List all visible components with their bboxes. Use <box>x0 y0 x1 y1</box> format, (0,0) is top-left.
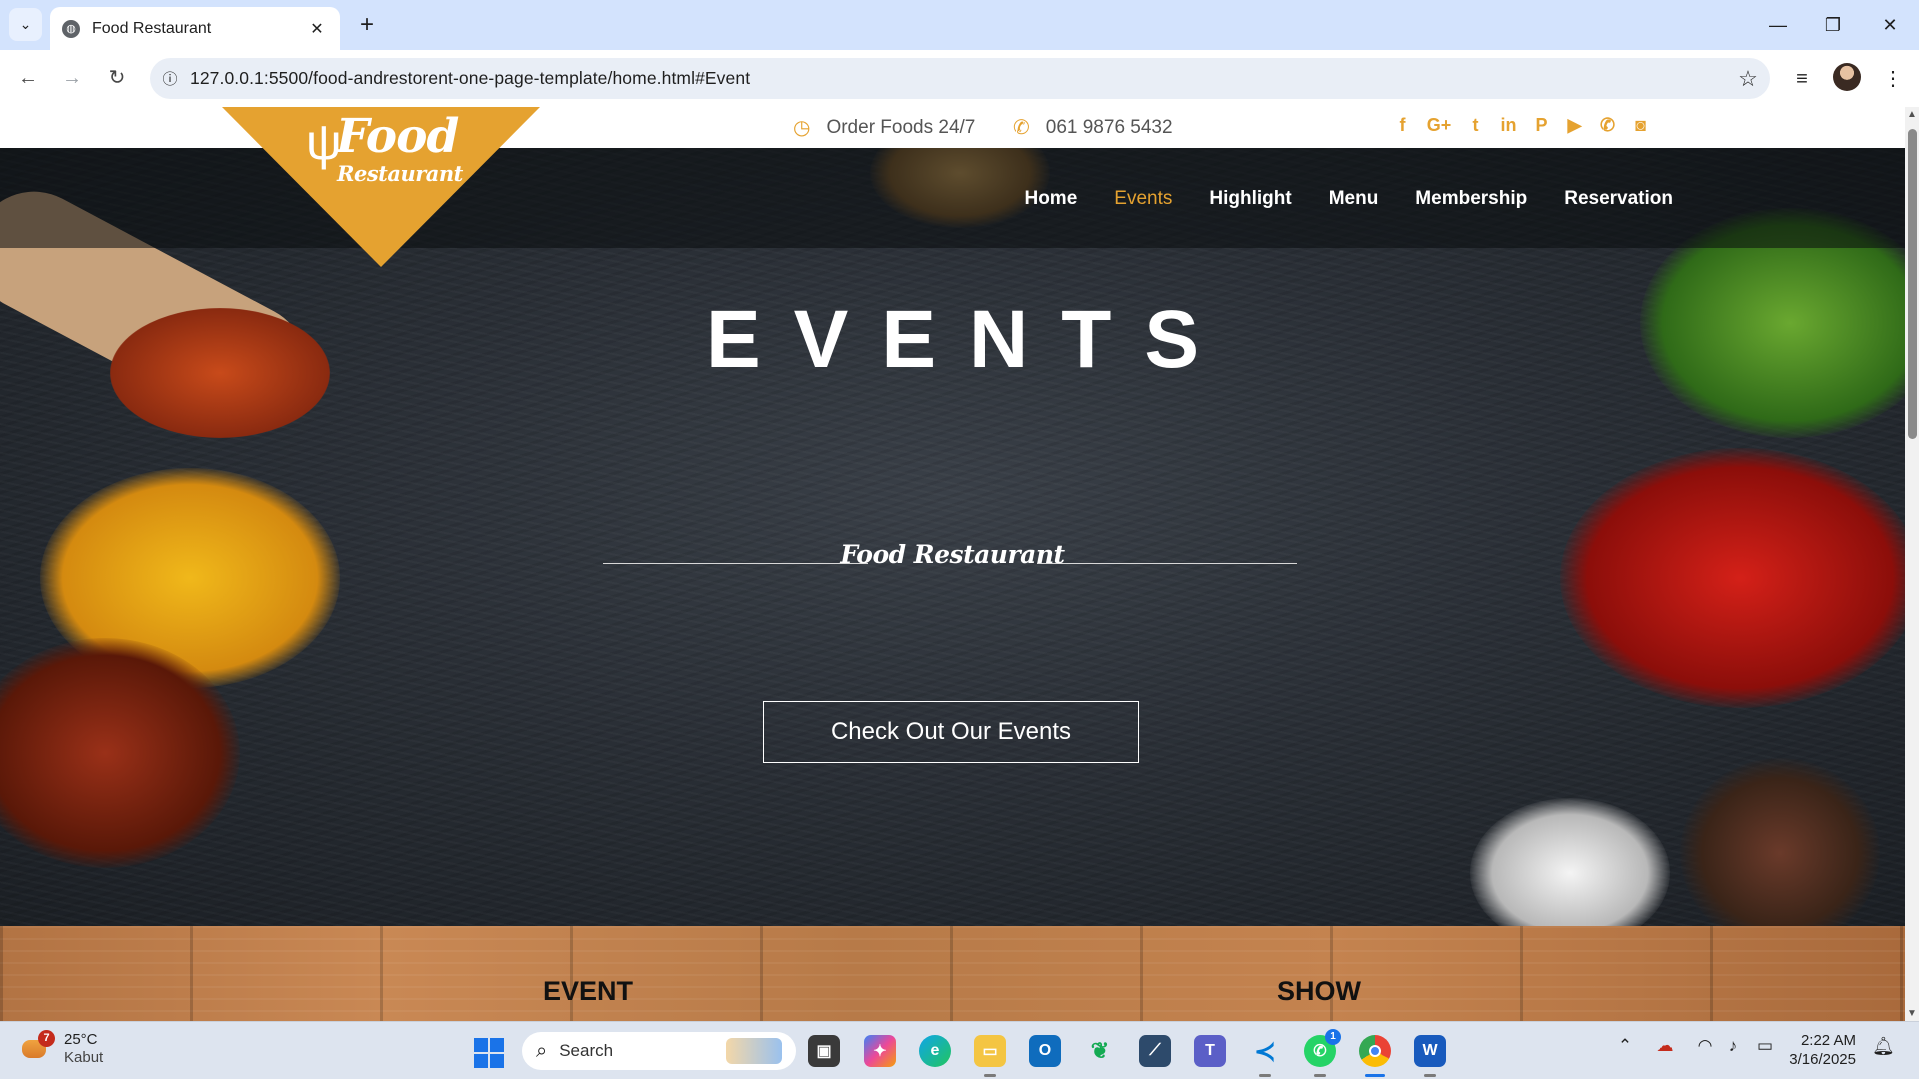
maximize-button[interactable]: ❐ <box>1808 10 1858 40</box>
social-icons: f G+ t in P ▶ ✆ ◙ <box>1393 115 1650 136</box>
weather-condition: Kabut <box>64 1049 104 1066</box>
nav-events[interactable]: Events <box>1114 188 1172 210</box>
outlook-icon[interactable]: O <box>1029 1035 1061 1067</box>
vscode-icon[interactable]: ≺ <box>1249 1035 1281 1077</box>
weather-icon: 7 <box>20 1030 55 1064</box>
search-icon: ⌕ <box>536 1039 548 1062</box>
temperature: 25°C <box>64 1031 98 1048</box>
bookmark-star-icon[interactable]: ☆ <box>1726 66 1770 92</box>
search-placeholder: Search <box>559 1041 614 1060</box>
notification-bell-icon[interactable]: 🔔︎ <box>1872 1036 1895 1057</box>
globe-icon: ◍ <box>62 19 80 38</box>
menu-kebab-icon[interactable]: ⋮ <box>1876 62 1910 96</box>
media-control-icon[interactable]: ≡ <box>1785 62 1819 96</box>
address-bar[interactable]: ⓘ 127.0.0.1:5500/food-andrestorent-one-p… <box>150 58 1770 99</box>
nav-home[interactable]: Home <box>1024 188 1077 210</box>
pinterest-icon[interactable]: P <box>1532 115 1551 136</box>
scroll-down-icon[interactable]: ▼ <box>1905 1008 1919 1019</box>
nav-highlight[interactable]: Highlight <box>1209 188 1291 210</box>
logo-text-food: Food <box>336 109 459 164</box>
site-info-icon[interactable]: ⓘ <box>150 68 190 89</box>
close-window-button[interactable]: ✕ <box>1865 10 1915 40</box>
event-heading: EVENT <box>543 976 634 1006</box>
clock-time: 2:22 AM <box>1800 1032 1856 1049</box>
red-chilies-image <box>1560 448 1905 708</box>
forward-icon[interactable]: → <box>56 62 88 94</box>
back-icon[interactable]: ← <box>12 62 44 94</box>
windows-start-icon[interactable] <box>474 1038 504 1068</box>
browser-toolbar: ← → ↻ ⓘ 127.0.0.1:5500/food-andrestorent… <box>0 50 1919 107</box>
teams-icon[interactable]: T <box>1194 1035 1226 1067</box>
wifi-icon[interactable]: ◠ <box>1692 1036 1718 1056</box>
phone-info: ✆ 061 9876 5432 <box>1013 115 1173 140</box>
tab-title: Food Restaurant <box>92 19 212 37</box>
file-explorer-icon[interactable]: ▭ <box>974 1035 1006 1077</box>
show-heading: SHOW <box>1277 976 1361 1006</box>
weather-widget[interactable]: 7 25°C Kabut <box>20 1030 104 1067</box>
system-clock[interactable]: 2:22 AM 3/16/2025 <box>1780 1031 1856 1069</box>
twitter-icon[interactable]: t <box>1466 115 1485 136</box>
order-info: ◷ Order Foods 24/7 <box>793 115 975 140</box>
task-view-icon[interactable]: ▣ <box>808 1035 840 1067</box>
mongodb-icon[interactable]: ❦ <box>1084 1035 1116 1067</box>
word-icon[interactable]: W <box>1414 1035 1446 1077</box>
minimize-button[interactable]: — <box>1753 10 1803 40</box>
clock-date: 3/16/2025 <box>1789 1051 1856 1068</box>
scroll-thumb[interactable] <box>1908 129 1917 439</box>
tab-food-restaurant[interactable]: ◍ Food Restaurant ✕ <box>50 7 340 50</box>
weather-badge: 7 <box>38 1030 55 1047</box>
clock-icon: ◷ <box>793 117 811 139</box>
page-scrollbar[interactable]: ▲ ▼ <box>1905 107 1919 1021</box>
close-tab-icon[interactable]: ✕ <box>306 19 328 39</box>
mysql-workbench-icon[interactable]: ⟋ <box>1139 1035 1171 1067</box>
url-text[interactable]: 127.0.0.1:5500/food-andrestorent-one-pag… <box>190 68 1726 89</box>
profile-avatar[interactable] <box>1833 63 1861 91</box>
check-out-events-button[interactable]: Check Out Our Events <box>763 701 1139 763</box>
youtube-icon[interactable]: ▶ <box>1565 115 1584 136</box>
nav-membership[interactable]: Membership <box>1415 188 1527 210</box>
windows-taskbar: 7 25°C Kabut ⌕ Search ▣ ✦ e ▭ O ❦ ⟋ T ≺ … <box>0 1021 1919 1079</box>
google-plus-icon[interactable]: G+ <box>1426 115 1452 136</box>
onedrive-error-icon[interactable]: ☁ <box>1652 1036 1678 1056</box>
nav-menu[interactable]: Menu <box>1329 188 1379 210</box>
volume-icon[interactable]: ♪ <box>1720 1036 1746 1056</box>
reload-icon[interactable]: ↻ <box>101 62 133 94</box>
new-tab-button[interactable]: + <box>352 10 382 40</box>
logo-text-restaurant: Restaurant <box>337 161 463 186</box>
phone-icon: ✆ <box>1013 117 1030 139</box>
scroll-up-icon[interactable]: ▲ <box>1905 109 1919 120</box>
tab-list-button[interactable]: ⌄ <box>9 8 42 41</box>
phone-number: 061 9876 5432 <box>1045 116 1173 138</box>
show-hidden-icons-icon[interactable]: ⌃ <box>1612 1036 1638 1056</box>
linkedin-icon[interactable]: in <box>1499 115 1518 136</box>
hero-subtitle-text: Food Restaurant <box>840 540 1065 569</box>
copilot-icon[interactable]: ✦ <box>864 1035 896 1067</box>
main-nav: Home Events Highlight Menu Membership Re… <box>1024 188 1673 210</box>
search-highlight-image <box>726 1038 782 1064</box>
battery-icon[interactable]: ▭ <box>1752 1036 1778 1056</box>
nav-reservation[interactable]: Reservation <box>1564 188 1673 210</box>
browser-tabstrip: ⌄ ◍ Food Restaurant ✕ + — ❐ ✕ <box>0 0 1919 50</box>
hero-subtitle: Food Restaurant <box>0 540 1905 569</box>
instagram-icon[interactable]: ◙ <box>1631 115 1650 136</box>
taskbar-search[interactable]: ⌕ Search <box>522 1032 796 1070</box>
edge-icon[interactable]: e <box>919 1035 951 1067</box>
whatsapp-badge: 1 <box>1325 1029 1341 1045</box>
hero-title: EVENTS <box>705 294 1233 385</box>
chrome-icon[interactable] <box>1359 1035 1391 1077</box>
web-page: ◷ Order Foods 24/7 ✆ 061 9876 5432 f G+ … <box>0 107 1905 1021</box>
order-text: Order Foods 24/7 <box>826 116 976 138</box>
phone-social-icon[interactable]: ✆ <box>1598 115 1617 136</box>
chevron-down-icon: ⌄ <box>19 16 32 32</box>
whatsapp-icon[interactable]: ✆ 1 <box>1304 1029 1341 1077</box>
facebook-icon[interactable]: f <box>1393 115 1412 136</box>
events-section: EVENT SHOW <box>0 926 1905 1021</box>
